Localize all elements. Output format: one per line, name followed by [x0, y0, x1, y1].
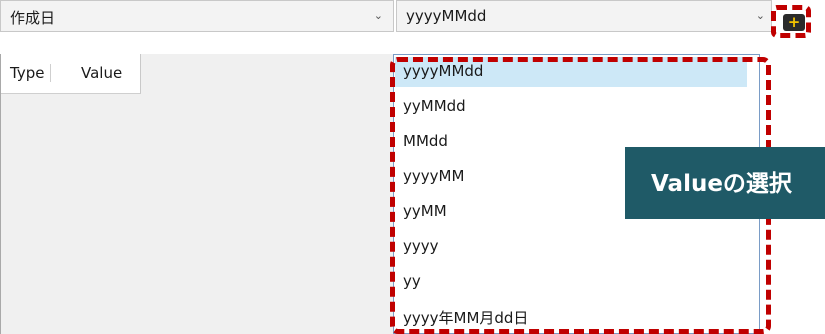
column-header-type[interactable]: Type — [10, 64, 52, 82]
field-select-value: 作成日 — [10, 9, 56, 27]
toolbar-gap — [0, 32, 825, 54]
chevron-down-icon: ⌄ — [373, 9, 383, 22]
column-header-value[interactable]: Value — [81, 64, 122, 82]
field-select[interactable]: 作成日 ⌄ — [0, 0, 394, 32]
grid-header: Type Value — [1, 54, 141, 94]
format-select-value: yyyyMMdd — [406, 7, 487, 25]
add-button-highlight — [771, 5, 811, 38]
chevron-down-icon: ⌄ — [755, 9, 765, 22]
callout-text: Valueの選択 — [651, 171, 792, 197]
format-select[interactable]: yyyyMMdd ⌄ — [396, 0, 772, 32]
